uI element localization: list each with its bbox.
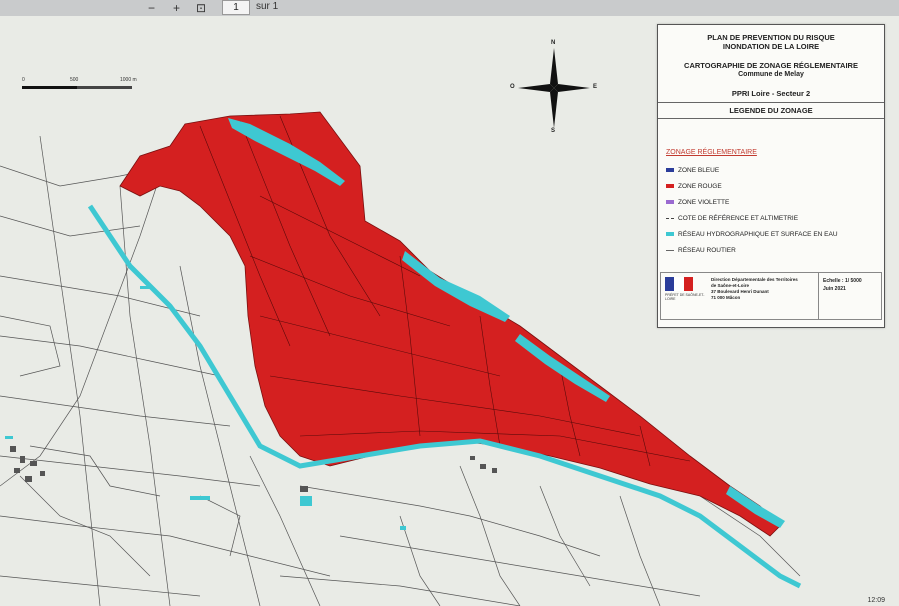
legend-divider [658, 118, 884, 119]
legend-item-red: ZONE ROUGE [666, 178, 884, 194]
panel-title-3: CARTOGRAPHIE DE ZONAGE RÉGLEMENTAIRE [684, 61, 858, 70]
scale-mid-label: 500 [70, 77, 79, 83]
pdf-viewer-toolbar: − + ⊡ 1 sur 1 [0, 0, 899, 17]
zoom-out-button[interactable]: − [148, 1, 155, 15]
legend-heading: LEGENDE DU ZONAGE [729, 106, 813, 115]
ddt-address: Direction Départementale des Territoires… [709, 273, 819, 319]
map-scale-label: Echelle : 1/ 5000 [823, 278, 862, 284]
scale-half-segment [22, 86, 77, 89]
blue-zone-swatch [666, 168, 674, 172]
road-swatch [666, 249, 674, 251]
red-zone-swatch [666, 184, 674, 188]
prefecture-name: PRÉFET DE SAÔNE-ET-LOIRE [665, 293, 705, 301]
scale-zero-label: 0 [22, 77, 25, 83]
legend-item-altimetry: COTE DE RÉFÉRENCE ET ALTIMETRIE [666, 210, 884, 226]
compass-east-label: E [593, 84, 598, 90]
panel-title-4: Commune de Melay [738, 71, 804, 78]
compass-north-label: N [551, 40, 556, 46]
compass-west-label: O [510, 84, 515, 90]
legend-item-violet: ZONE VIOLETTE [666, 194, 884, 210]
map-date-label: Juin 2021 [823, 286, 846, 292]
page-count-label: sur 1 [256, 1, 279, 12]
legend-item-water: RÉSEAU HYDROGRAPHIQUE ET SURFACE EN EAU [666, 226, 884, 242]
panel-title-1: PLAN DE PREVENTION DU RISQUE [707, 33, 835, 42]
legend-panel: PLAN DE PREVENTION DU RISQUE INONDATION … [657, 24, 885, 328]
dashed-line-swatch [666, 217, 674, 219]
map-scale-bar: 0 500 1000 m [22, 77, 144, 89]
panel-footer: PRÉFET DE SAÔNE-ET-LOIRE Direction Dépar… [660, 272, 882, 320]
map-canvas[interactable]: 0 500 1000 m N S E O PLAN DE PREVENTION … [0, 16, 899, 606]
compass-rose-icon: N S E O [508, 40, 600, 136]
system-clock: 12:09 [867, 597, 885, 604]
map-metadata: Echelle : 1/ 5000 Juin 2021 [819, 273, 881, 319]
zoom-in-button[interactable]: + [173, 1, 180, 15]
prefecture-logo: PRÉFET DE SAÔNE-ET-LOIRE [661, 273, 709, 319]
panel-title-5: PPRI Loire - Secteur 2 [731, 89, 811, 98]
violet-zone-swatch [666, 200, 674, 204]
compass-south-label: S [551, 128, 556, 134]
legend-section-title: ZONAGE RÉGLEMENTAIRE [666, 149, 757, 156]
french-flag-icon [665, 277, 693, 291]
panel-title-2: INONDATION DE LA LOIRE [722, 42, 820, 51]
legend-item-road: RÉSEAU ROUTIER [666, 242, 884, 258]
scale-end-label: 1000 m [120, 77, 137, 83]
page-number-input[interactable]: 1 [222, 0, 250, 15]
water-swatch [666, 232, 674, 236]
fit-page-button[interactable]: ⊡ [196, 1, 206, 15]
legend-item-blue: ZONE BLEUE [666, 162, 884, 178]
